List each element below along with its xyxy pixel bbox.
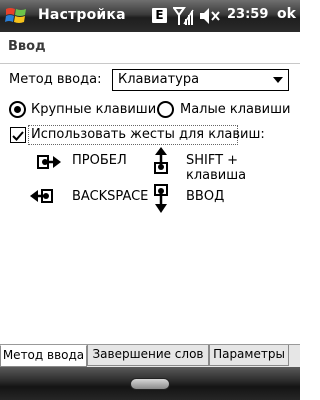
- large-keys-label[interactable]: Крупные клавиши: [31, 102, 156, 117]
- small-keys-label[interactable]: Малые клавиши: [180, 102, 290, 117]
- menu-bar: [0, 367, 300, 400]
- gesture-down-icon: [151, 182, 171, 216]
- app-title: Настройка: [38, 7, 126, 23]
- signal-strength-icon[interactable]: [172, 5, 195, 27]
- gesture-enter-label: ВВОД: [186, 189, 225, 204]
- title-bar: Настройка E 23:59 ok: [0, 0, 300, 32]
- gestures-checkbox-label[interactable]: Использовать жесты для клавиш:: [31, 127, 265, 142]
- clock[interactable]: 23:59: [227, 7, 268, 22]
- page-title: Ввод: [8, 39, 46, 54]
- keyboard-toggle-icon[interactable]: [130, 378, 170, 390]
- radio-small-keys[interactable]: [157, 101, 174, 118]
- input-method-label: Метод ввода:: [9, 72, 102, 87]
- gesture-shift-label: SHIFT +: [186, 153, 239, 168]
- tab-input-method[interactable]: Метод ввода: [0, 345, 87, 367]
- gesture-shift-label-line2: клавиша: [186, 168, 247, 183]
- input-method-dropdown[interactable]: Клавиатура: [112, 69, 289, 91]
- input-method-value: Клавиатура: [118, 72, 200, 87]
- tab-word-completion[interactable]: Завершение слов: [87, 345, 209, 366]
- gesture-space-label: ПРОБЕЛ: [72, 153, 127, 168]
- gesture-left-icon: [28, 184, 54, 210]
- checkmark-icon: [12, 131, 24, 141]
- volume-muted-icon[interactable]: [198, 5, 222, 27]
- gesture-backspace-label: BACKSPACE: [72, 189, 149, 204]
- dropdown-arrow-icon: [273, 77, 283, 83]
- page-header: Ввод: [0, 32, 300, 62]
- gesture-right-icon: [37, 150, 63, 176]
- network-type-badge[interactable]: E: [152, 8, 167, 23]
- radio-selected-dot: [14, 106, 21, 113]
- gesture-up-icon: [151, 145, 171, 177]
- tab-options[interactable]: Параметры: [209, 345, 289, 366]
- windows-start-icon[interactable]: [2, 4, 30, 28]
- tab-bar: Метод ввода Завершение слов Параметры: [0, 345, 300, 367]
- header-divider: [0, 63, 300, 64]
- radio-large-keys[interactable]: [9, 101, 26, 118]
- ok-button[interactable]: ok: [277, 6, 296, 22]
- gestures-checkbox[interactable]: [10, 127, 26, 143]
